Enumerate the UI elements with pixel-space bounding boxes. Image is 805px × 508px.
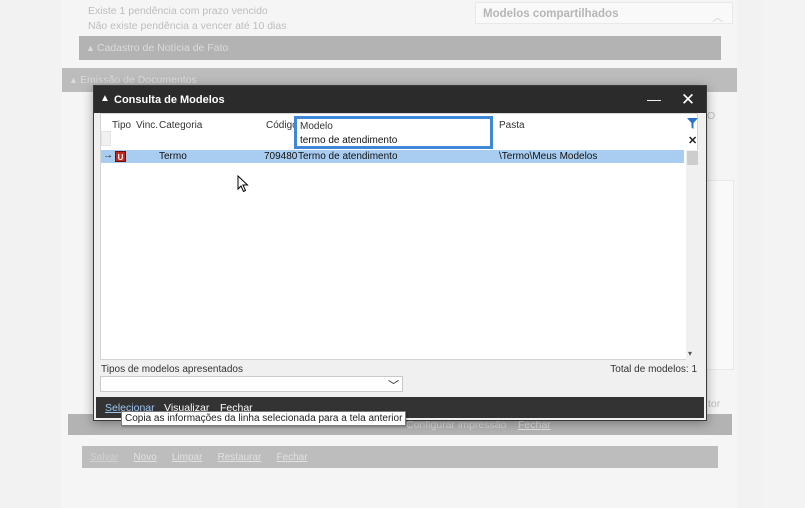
row-codigo: 709480 [264, 151, 298, 162]
column-header-categoria[interactable]: Categoria [159, 120, 202, 131]
categoria-filter[interactable] [159, 131, 263, 146]
types-label: Tipos de modelos apresentados [101, 364, 243, 375]
filter-funnel-icon[interactable] [687, 118, 698, 133]
template-type-icon: U [115, 151, 126, 162]
column-header-vinc[interactable]: Vinc. [136, 120, 158, 131]
modelo-filter-input[interactable] [300, 134, 488, 147]
chevron-down-icon[interactable]: ﹀ [388, 377, 399, 393]
total-models: Total de modelos: 1 [610, 364, 697, 375]
row-arrow-icon: → [103, 150, 113, 161]
selecionar-tooltip: Copia as informações da linha selecionad… [121, 411, 407, 426]
mouse-cursor-icon [237, 175, 249, 193]
row-categoria: Termo [159, 151, 187, 162]
clear-x-icon[interactable]: ✕ [688, 134, 697, 147]
vertical-scrollbar[interactable]: ▾ [686, 150, 699, 360]
column-header-codigo[interactable]: Código [266, 120, 298, 131]
close-button[interactable]: ✕ [672, 86, 704, 113]
row-modelo: Termo de atendimento [298, 151, 398, 162]
app-triangle-icon: ▲ [100, 93, 110, 104]
table-row[interactable]: → U Termo 709480 Termo de atendimento \T… [101, 150, 684, 163]
consulta-modelos-dialog: ▲ Consulta de Modelos — ✕ Tipo Vinc. Cat… [93, 85, 707, 421]
row-pasta: \Termo\Meus Modelos [499, 151, 598, 162]
scroll-thumb[interactable] [687, 151, 698, 165]
dialog-title: Consulta de Modelos [114, 94, 225, 106]
chevron-down-icon[interactable]: ▾ [688, 349, 692, 358]
modelo-filter-box: Modelo [294, 116, 493, 149]
tipo-filter[interactable] [101, 131, 111, 146]
models-grid: Tipo Vinc. Categoria Código Pasta Modelo… [100, 113, 699, 360]
dialog-titlebar[interactable]: ▲ Consulta de Modelos — ✕ [94, 86, 706, 113]
column-header-modelo[interactable]: Modelo [300, 121, 333, 132]
column-header-pasta[interactable]: Pasta [499, 120, 525, 131]
types-select[interactable]: ﹀ [100, 376, 403, 392]
column-header-tipo[interactable]: Tipo [112, 120, 131, 131]
minimize-button[interactable]: — [638, 86, 670, 113]
